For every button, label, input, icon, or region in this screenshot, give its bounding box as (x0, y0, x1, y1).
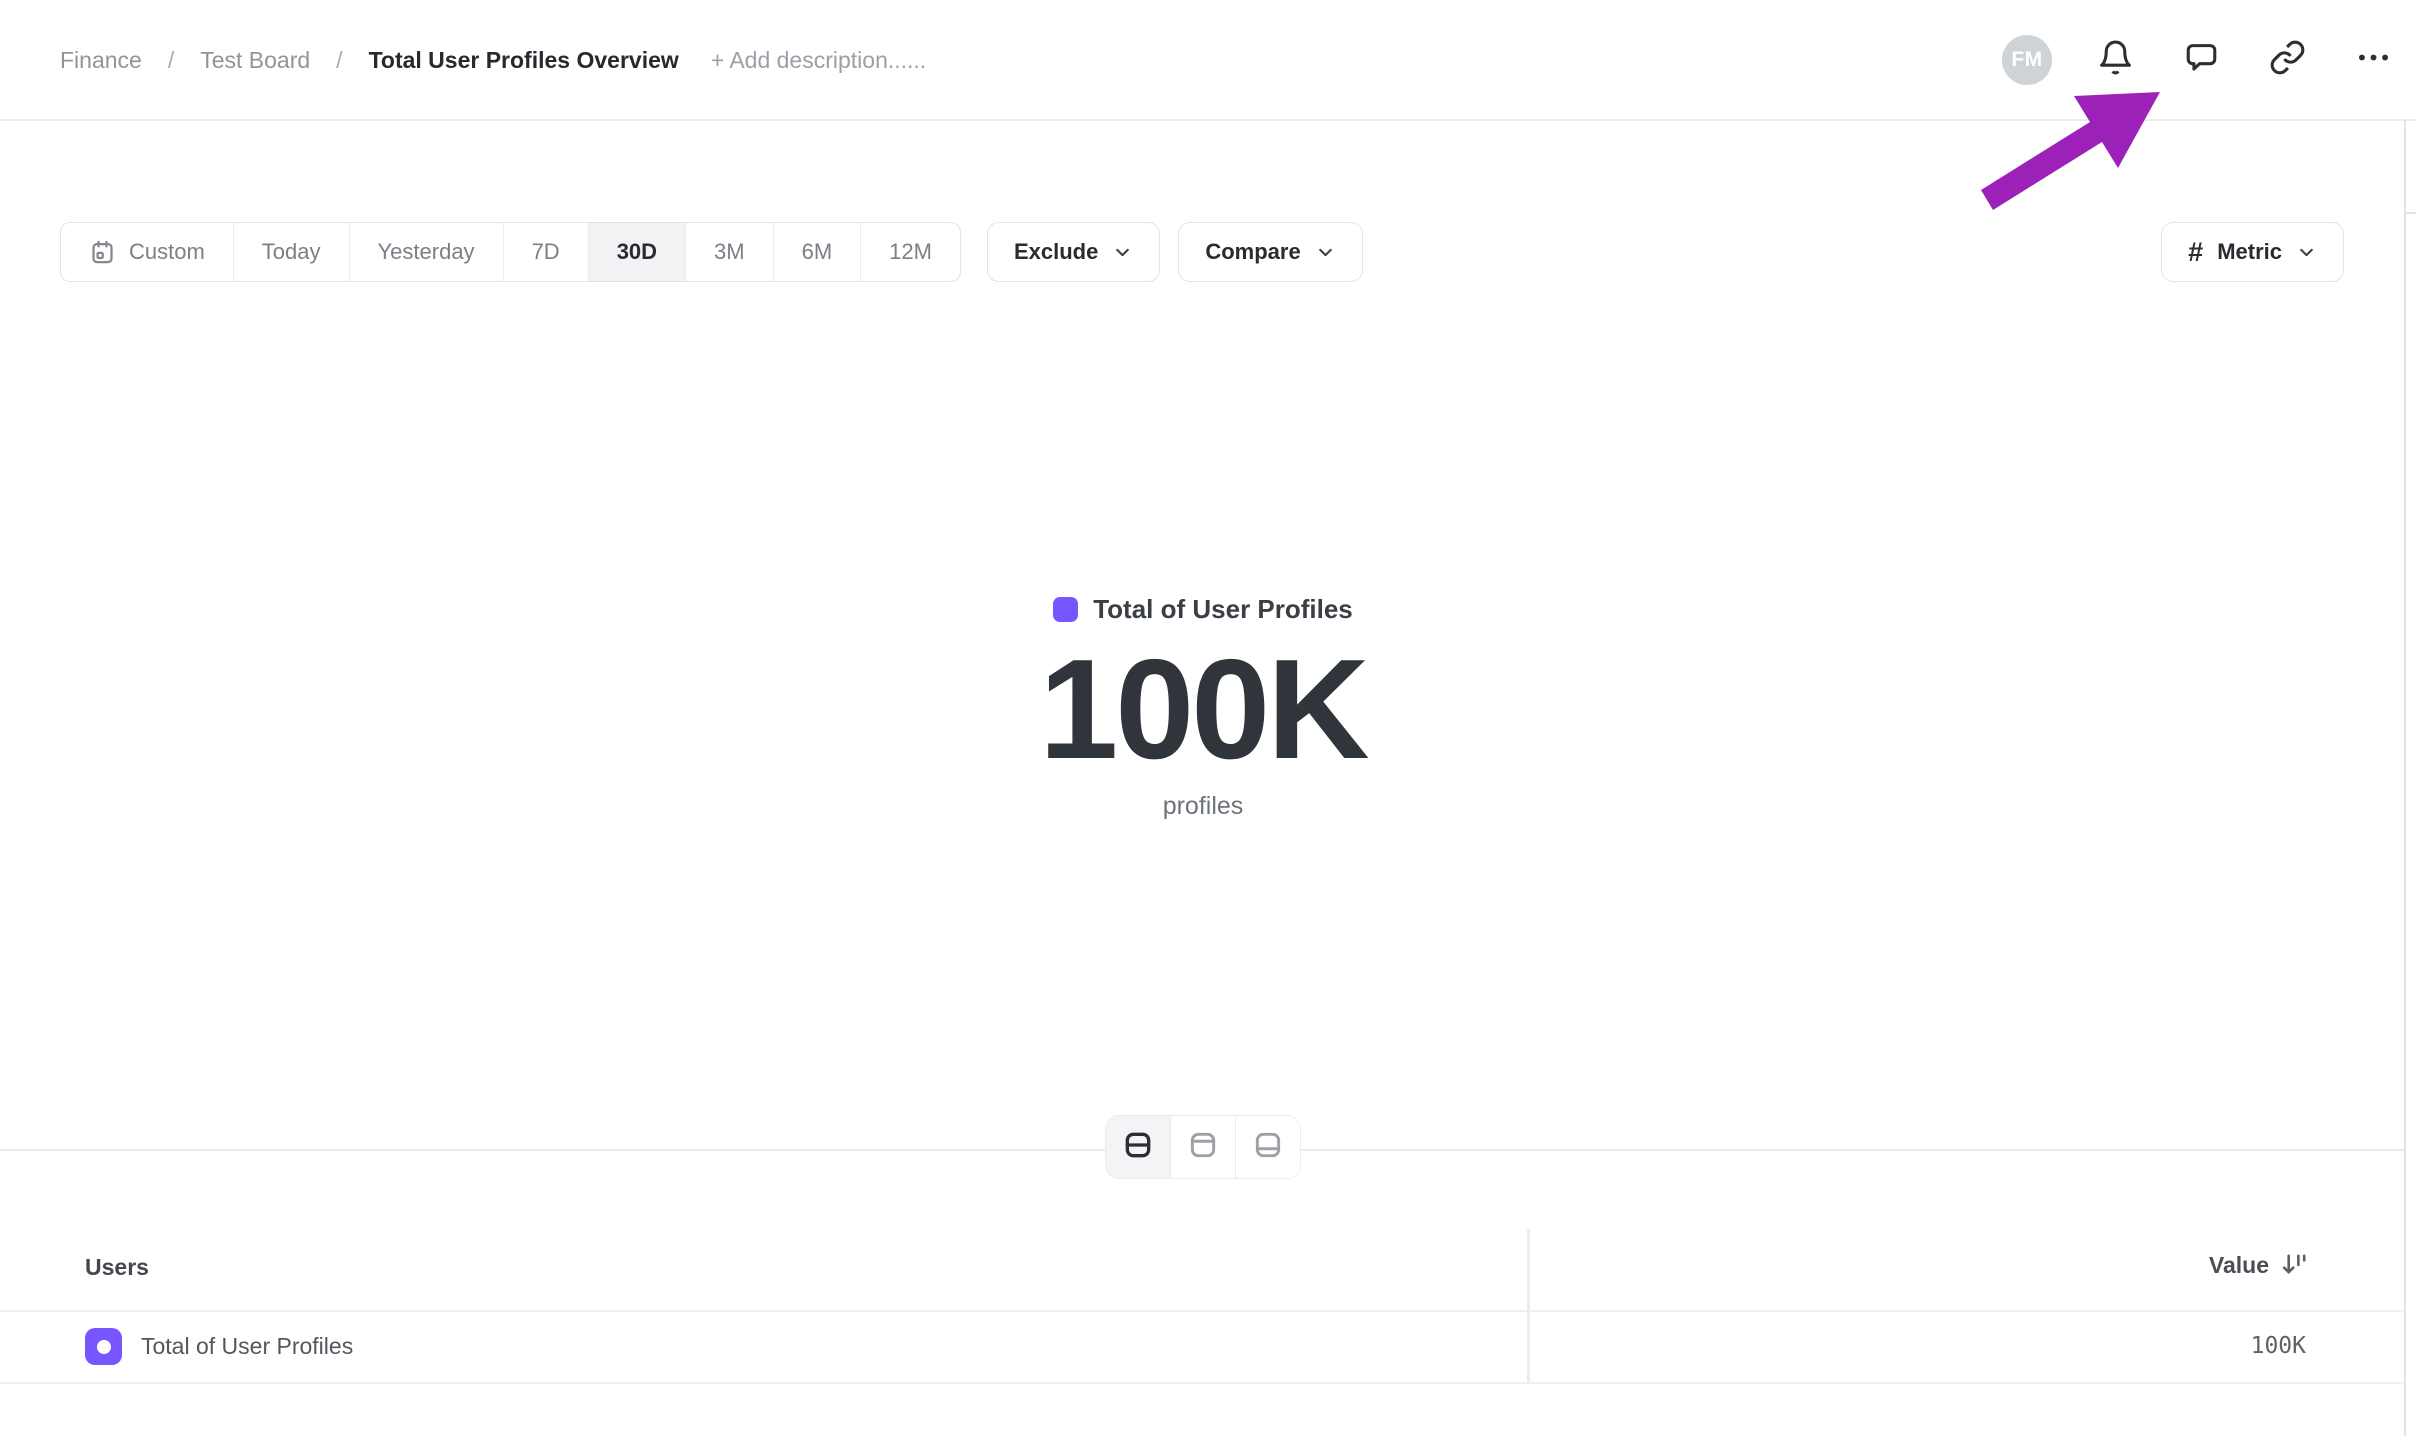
metric-legend: Total of User Profiles (1053, 594, 1353, 625)
table-divider (0, 1382, 2406, 1384)
metric-value: 100K (0, 635, 2406, 786)
layout-split-view-button[interactable] (1106, 1116, 1170, 1178)
link-icon (2269, 39, 2306, 81)
layout-table-view-button[interactable] (1235, 1116, 1300, 1178)
table-header-value-sort[interactable]: Value (2209, 1250, 2310, 1281)
date-range-30d-selected[interactable]: 30D (588, 223, 685, 281)
top-panel-icon (1187, 1129, 1219, 1166)
ellipsis-icon (2355, 39, 2392, 81)
date-range-label: 6M (802, 239, 833, 265)
table-row[interactable]: Total of User Profiles 100K (0, 1312, 2406, 1382)
breadcrumb-separator: / (336, 47, 342, 74)
top-bar: Finance / Test Board / Total User Profil… (0, 0, 2416, 120)
value-header-label: Value (2209, 1252, 2269, 1279)
share-link-button[interactable] (2264, 37, 2310, 83)
metric-summary: Total of User Profiles 100K profiles (0, 594, 2406, 821)
date-range-today[interactable]: Today (233, 223, 349, 281)
split-view-icon (1122, 1129, 1154, 1166)
chevron-down-icon (1315, 242, 1336, 263)
exclude-label: Exclude (1014, 239, 1098, 265)
bottom-panel-icon (1252, 1129, 1284, 1166)
metric-unit: profiles (0, 792, 2406, 821)
compare-dropdown[interactable]: Compare (1178, 222, 1362, 282)
date-range-7d[interactable]: 7D (503, 223, 588, 281)
breadcrumb-separator: / (168, 47, 174, 74)
avatar[interactable]: FM (2002, 35, 2052, 85)
comment-bubble-icon (2183, 39, 2220, 81)
breadcrumb: Finance / Test Board / Total User Profil… (60, 47, 926, 74)
metric-label: Metric (2217, 239, 2282, 265)
layout-toggle-group (1105, 1115, 1301, 1179)
hash-icon: # (2188, 239, 2203, 266)
more-options-button[interactable] (2350, 37, 2396, 83)
date-range-label: Yesterday (378, 239, 475, 265)
date-range-3m[interactable]: 3M (685, 223, 773, 281)
date-range-custom[interactable]: Custom (61, 223, 233, 281)
date-range-label: Today (262, 239, 321, 265)
date-range-selector: Custom Today Yesterday 7D 30D 3M 6M 12M (60, 222, 961, 282)
legend-label: Total of User Profiles (1093, 594, 1353, 625)
sort-descending-icon (2279, 1250, 2310, 1281)
bell-icon (2097, 39, 2134, 81)
comments-button[interactable] (2178, 37, 2224, 83)
date-range-label: 12M (889, 239, 932, 265)
date-range-label: 7D (532, 239, 560, 265)
legend-color-swatch (1053, 597, 1078, 622)
scrollbar-track[interactable] (2404, 120, 2406, 1436)
calendar-icon (89, 239, 116, 266)
date-range-12m[interactable]: 12M (860, 223, 960, 281)
exclude-dropdown[interactable]: Exclude (987, 222, 1160, 282)
date-range-label: 3M (714, 239, 745, 265)
filter-toolbar: Custom Today Yesterday 7D 30D 3M 6M 12M … (60, 222, 2344, 282)
breadcrumb-test-board[interactable]: Test Board (200, 47, 310, 74)
add-description-button[interactable]: + Add description...... (711, 47, 926, 74)
chevron-down-icon (2296, 242, 2317, 263)
topbar-actions: FM (2002, 35, 2396, 85)
compare-label: Compare (1205, 239, 1300, 265)
chevron-down-icon (1112, 242, 1133, 263)
date-range-label: Custom (129, 239, 205, 265)
breadcrumb-finance[interactable]: Finance (60, 47, 142, 74)
row-series-value: 100K (2251, 1333, 2306, 1359)
scrollbar-tick (2404, 212, 2416, 214)
page-title: Total User Profiles Overview (369, 47, 679, 74)
notifications-button[interactable] (2092, 37, 2138, 83)
metric-dropdown[interactable]: # Metric (2161, 222, 2344, 282)
layout-chart-view-button[interactable] (1170, 1116, 1235, 1178)
table-header-users: Users (85, 1254, 149, 1281)
date-range-yesterday[interactable]: Yesterday (349, 223, 503, 281)
row-series-name: Total of User Profiles (141, 1333, 353, 1360)
series-dot (97, 1340, 111, 1354)
date-range-6m[interactable]: 6M (773, 223, 861, 281)
header-divider (0, 119, 2416, 121)
date-range-label: 30D (617, 239, 657, 265)
series-color-icon (85, 1328, 122, 1365)
